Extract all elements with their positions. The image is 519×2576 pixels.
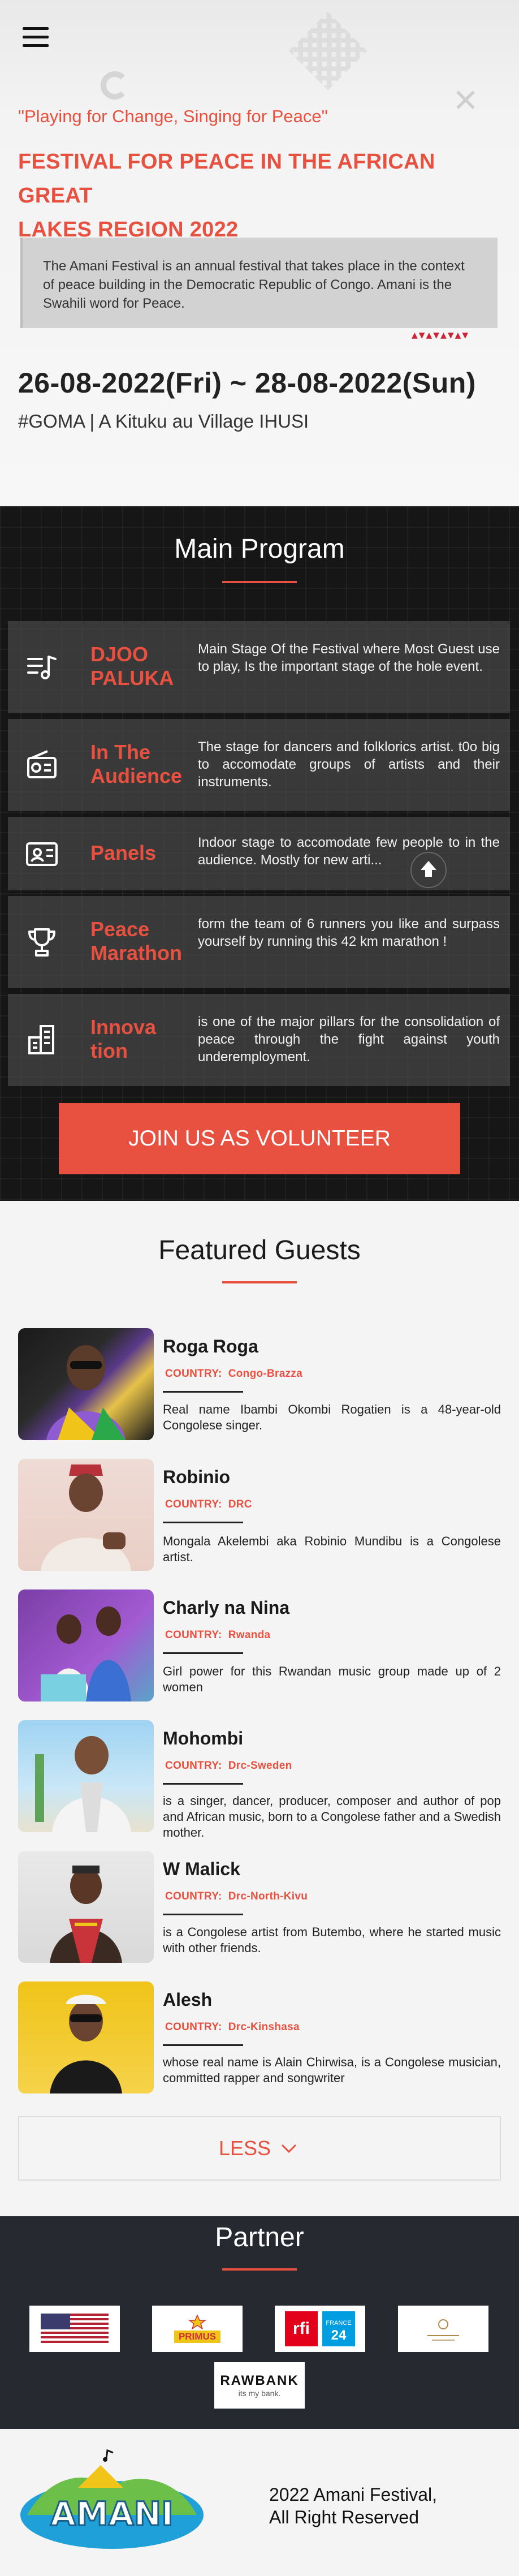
france24-mark: FRANCE 24: [322, 2311, 355, 2346]
svg-text:FRANCE: FRANCE: [326, 2320, 351, 2327]
rfi-france24-logo[interactable]: rfi FRANCE 24: [275, 2306, 365, 2352]
france24-icon: FRANCE 24: [326, 2320, 351, 2343]
section-title: Main Program: [174, 534, 345, 564]
guest-photo: [18, 1459, 154, 1571]
music-list-icon: [27, 656, 57, 679]
hero-decoration: [288, 11, 367, 91]
program-item-name: DJOO PALUKA: [90, 643, 174, 690]
guest-photo: [18, 1851, 154, 1963]
program-item-desc: Main Stage Of the Festival where Most Gu…: [198, 641, 500, 674]
title-underline: [222, 1281, 297, 1283]
arrow-up-icon: [421, 861, 436, 877]
program-item[interactable]: In The Audience The stage for dancers an…: [8, 719, 510, 811]
us-embassy-logo[interactable]: [29, 2306, 120, 2352]
guest-divider: [163, 1522, 243, 1523]
guest-divider: [163, 1391, 243, 1393]
guest-name: Mohombi: [163, 1728, 244, 1748]
guest-name: Roga Roga: [163, 1336, 258, 1356]
guest-avatar: [50, 1995, 122, 2093]
guest-divider: [163, 1783, 243, 1785]
section-title: Partner: [215, 2222, 304, 2252]
rawbank-logo[interactable]: RAWBANK its my bank.: [214, 2362, 305, 2409]
guest-country: COUNTRY: Drc-North-Kivu: [165, 1890, 308, 1902]
buildings-icon: [28, 1025, 54, 1054]
trophy-icon: [28, 928, 55, 957]
guest-bio: is a Congolese artist from Butembo, wher…: [163, 1925, 501, 1955]
guest-bio: Mongala Akelembi aka Robinio Mundibu is …: [163, 1534, 501, 1564]
partner-section: Partner PRIMUS rfi FRANCE 24 RAWBANK its…: [0, 2216, 519, 2429]
rfi-mark: rfi: [285, 2311, 318, 2346]
guest-photo: [18, 1720, 154, 1832]
footer: AMANI: [0, 2429, 519, 2576]
guest-name: Robinio: [163, 1467, 231, 1487]
hotel-logo[interactable]: [398, 2306, 488, 2352]
hamburger-menu-icon[interactable]: [23, 27, 49, 53]
guest-divider: [163, 2044, 243, 2046]
primus-logo[interactable]: PRIMUS: [152, 2306, 243, 2352]
guest-divider: [163, 1914, 243, 1915]
program-item[interactable]: DJOO PALUKA Main Stage Of the Festival w…: [8, 621, 510, 713]
program-item[interactable]: Innova tion is one of the major pillars …: [8, 994, 510, 1086]
festival-slogan: "Playing for Change, Singing for Peace": [18, 106, 328, 126]
primus-star-icon: [188, 2315, 207, 2329]
chevron-down-icon: [281, 2144, 297, 2153]
program-item[interactable]: Peace Marathon form the team of 6 runner…: [8, 896, 510, 988]
guest-country: COUNTRY: DRC: [165, 1498, 252, 1510]
guest-country: COUNTRY: Rwanda: [165, 1629, 271, 1641]
svg-text:AMANI: AMANI: [50, 2495, 174, 2533]
guest-name: W Malick: [163, 1859, 240, 1879]
show-less-button[interactable]: LESS: [18, 2116, 501, 2181]
title-underline: [222, 581, 297, 583]
program-item-desc: The stage for dancers and folklorics art…: [198, 739, 500, 790]
guest-avatar: [35, 1736, 131, 1832]
guest-divider: [163, 1652, 243, 1654]
festival-about: The Amani Festival is an annual festival…: [20, 238, 498, 328]
svg-text:24: 24: [331, 2328, 347, 2343]
id-card-icon: [26, 842, 58, 866]
festival-title: FESTIVAL FOR PEACE IN THE AFRICAN GREAT …: [18, 150, 435, 242]
guest-bio: whose real name is Alain Chirwisa, is a …: [163, 2055, 501, 2085]
guest-avatar: [41, 1464, 131, 1571]
guest-bio: Real name Ibambi Okombi Rogatien is a 48…: [163, 1402, 501, 1432]
join-volunteer-button[interactable]: JOIN US AS VOLUNTEER: [59, 1103, 460, 1174]
guest-avatar: [41, 1606, 131, 1701]
guest-avatar: [46, 1345, 126, 1440]
program-item-name: In The Audience: [90, 740, 183, 787]
radio-icon: [27, 750, 57, 778]
program-item-name: Panels: [90, 841, 157, 864]
program-item-desc: is one of the major pillars for the cons…: [198, 1014, 500, 1065]
program-item-desc: form the team of 6 runners you like and …: [198, 916, 500, 949]
program-item-desc: Indoor stage to accomodate few people to…: [198, 835, 500, 868]
hero-decoration-cross: ✕: [452, 83, 479, 119]
guest-bio: Girl power for this Rwandan music group …: [163, 1664, 501, 1694]
us-flag-icon: [41, 2314, 109, 2344]
guest-photo: [18, 1981, 154, 2093]
guest-country: COUNTRY: Congo-Brazza: [165, 1368, 303, 1380]
copyright-text: 2022 Amani Festival, All Right Reserved: [269, 2484, 438, 2527]
guest-bio: is a singer, dancer, producer, composer …: [163, 1794, 501, 1840]
guest-name: Alesh: [163, 1989, 213, 2010]
amani-festival-logo[interactable]: AMANI: [16, 2447, 208, 2555]
guest-name: Charly na Nina: [163, 1597, 290, 1618]
program-item-name: Innova tion: [90, 1015, 157, 1062]
festival-dates: 26-08-2022(Fri) ~ 28-08-2022(Sun): [18, 367, 476, 399]
hero-decoration-ring: [101, 71, 129, 100]
guest-photo: [18, 1589, 154, 1701]
guest-country: COUNTRY: Drc-Sweden: [165, 1760, 292, 1772]
festival-venue: #GOMA | A Kituku au Village IHUSI: [18, 411, 309, 432]
flags-decoration: ▲▼▲▼▲▼▲▼: [412, 331, 470, 340]
title-underline: [222, 2268, 297, 2271]
scroll-up-icon[interactable]: [410, 852, 447, 888]
guest-avatar: [50, 1866, 122, 1963]
guest-photo: [18, 1328, 154, 1440]
guest-country: COUNTRY: Drc-Kinshasa: [165, 2021, 300, 2033]
program-item-name: Peace Marathon: [90, 917, 182, 964]
hero-section: ✕ "Playing for Change, Singing for Peace…: [0, 0, 519, 506]
section-title: Featured Guests: [158, 1235, 361, 1265]
hotel-emblem-icon: [427, 2319, 459, 2341]
